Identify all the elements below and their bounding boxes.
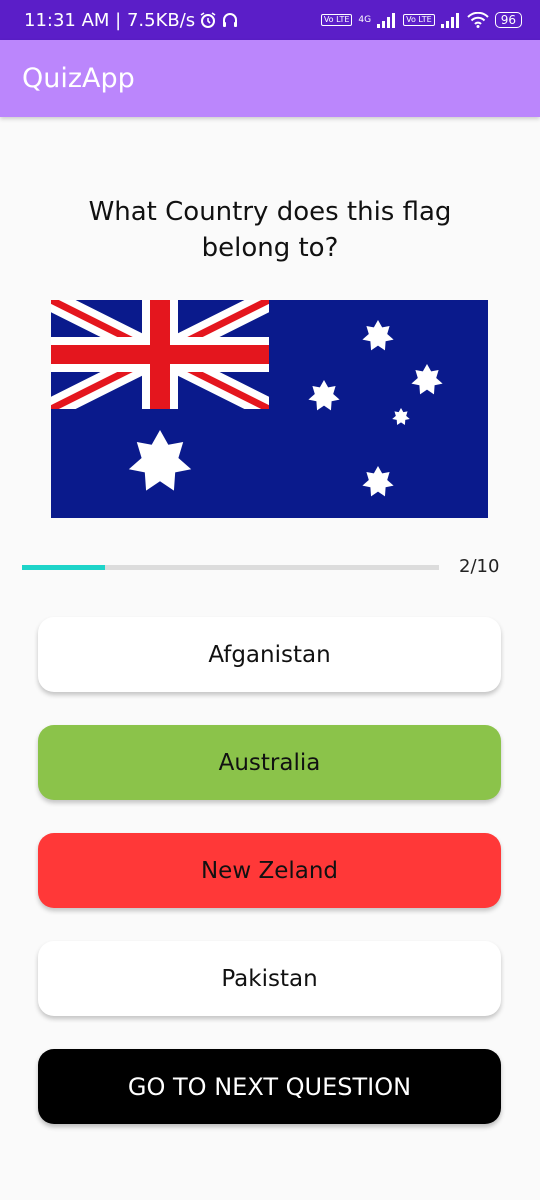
volte-badge: Vo LTE <box>320 14 353 26</box>
progress-bar <box>22 565 439 570</box>
option-pakistan-button[interactable]: Pakistan <box>38 941 501 1016</box>
app-bar: QuizApp <box>0 40 540 117</box>
signal-icon-2 <box>440 12 461 28</box>
alarm-icon <box>199 11 217 29</box>
progress-text: 2/10 <box>459 556 500 577</box>
headphones-icon <box>221 11 239 29</box>
signal-icon <box>377 12 397 28</box>
progress-fill <box>22 565 106 570</box>
app-title: QuizApp <box>22 63 135 94</box>
volte-badge-2: Vo LTE <box>403 14 435 26</box>
network-type: 4G <box>358 14 372 25</box>
status-bar: 11:31 AM | 7.5KB/s Vo LTE 4G Vo LTE 96 <box>0 0 540 40</box>
australia-flag-icon <box>51 300 488 518</box>
option-new-zeland-button[interactable]: New Zeland <box>38 833 501 908</box>
next-question-button[interactable]: GO TO NEXT QUESTION <box>38 1049 501 1124</box>
wifi-icon <box>467 12 489 28</box>
question-text: What Country does this flag belong to? <box>88 197 452 263</box>
option-afganistan-button[interactable]: Afganistan <box>38 617 501 692</box>
option-australia-button[interactable]: Australia <box>38 725 501 800</box>
battery-icon: 96 <box>494 12 522 28</box>
status-time-speed: 11:31 AM | 7.5KB/s <box>24 9 196 31</box>
